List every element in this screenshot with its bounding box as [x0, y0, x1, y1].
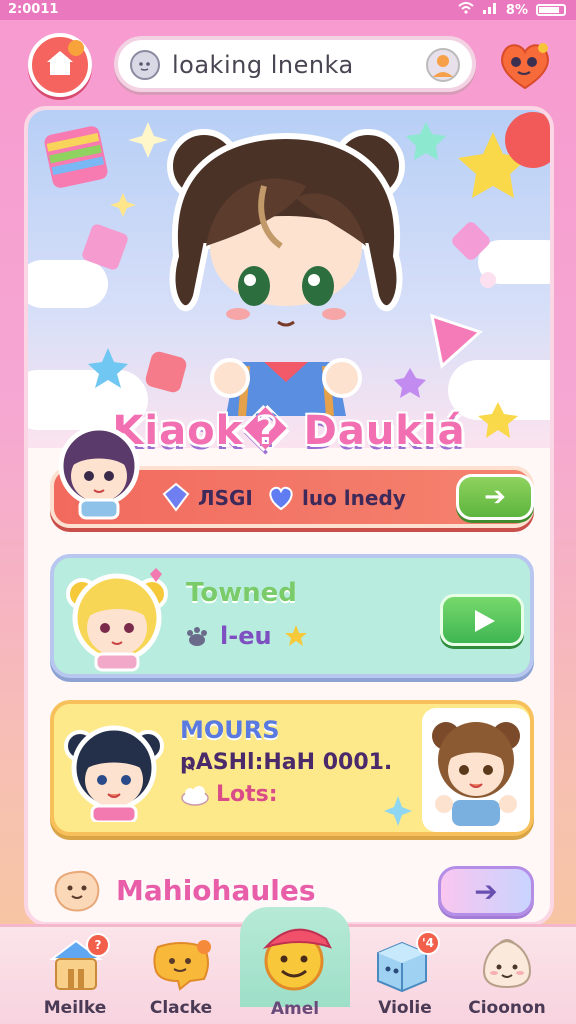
search-input[interactable]: loaking lnenka — [172, 51, 354, 79]
nav-item-violie[interactable]: '4 Violie — [350, 927, 460, 1024]
paw-icon — [184, 626, 210, 652]
nav-label: Cioonon — [468, 998, 546, 1018]
search-icon — [130, 50, 160, 80]
signal-icon — [482, 2, 498, 18]
hero-character-image — [146, 126, 426, 417]
mours-title: MOURS — [180, 716, 280, 744]
bottom-nav: ? Meilke Clacke Amel '4 Violie Cioonon — [0, 907, 576, 1024]
avatar-dark-hair — [62, 722, 166, 824]
hero-banner — [28, 110, 550, 448]
status-time: 2:0011 — [8, 2, 59, 17]
nav-item-amel[interactable]: Amel — [240, 907, 350, 1019]
star-icon — [284, 624, 308, 652]
nav-badge: '4 — [416, 931, 440, 955]
mahiohaules-label: Mahiohaules — [116, 874, 316, 907]
nav-item-clacke[interactable]: Clacke — [126, 927, 236, 1024]
status-right: 8% — [458, 2, 566, 18]
mours-line-1: ҏASHl:HaH 0001. — [180, 750, 393, 775]
nav-item-meilke[interactable]: ? Meilke — [20, 927, 130, 1024]
main-panel: Kiaok� Daukiá ЛSGI luo lnedy ➔ Towned l-… — [24, 106, 554, 926]
nav-badge: ? — [86, 933, 110, 957]
dumpling-icon — [480, 937, 534, 995]
avatar-purple-hair — [54, 420, 144, 520]
search-bar[interactable]: loaking lnenka — [114, 36, 476, 92]
go-button[interactable]: ➔ — [456, 474, 534, 520]
battery-icon — [536, 4, 566, 16]
smiley-cap-icon — [256, 913, 334, 997]
status-bar: 2:0011 8% — [0, 0, 576, 20]
town-title: Towned — [186, 578, 297, 608]
home-button[interactable] — [28, 33, 92, 97]
arrow-right-icon: ➔ — [484, 482, 506, 512]
avatar-brown-hair — [432, 722, 520, 826]
chat-bubble-icon — [150, 939, 212, 995]
avatar-blonde — [62, 568, 172, 672]
mours-card[interactable]: MOURS ҏASHl:HaH 0001. Lots: — [50, 700, 534, 836]
nav-label: Meilke — [43, 998, 107, 1018]
heart-icon — [266, 482, 296, 516]
town-subtitle: l-eu — [220, 622, 272, 650]
gem-icon — [162, 482, 190, 516]
wifi-icon — [458, 2, 474, 18]
home-badge-icon — [68, 40, 84, 56]
nav-item-cioonon[interactable]: Cioonon — [452, 927, 562, 1024]
next-button[interactable]: ➔ — [438, 866, 534, 916]
nav-label: Amel — [270, 999, 320, 1019]
battery-percent: 8% — [505, 2, 528, 18]
mascot-menu-icon[interactable] — [496, 38, 554, 92]
nav-label: Clacke — [149, 998, 213, 1018]
avatar-brown-hair-frame — [422, 708, 530, 832]
stat-value-2: luo lnedy — [302, 486, 406, 510]
arrow-right-icon: ➔ — [474, 874, 498, 908]
stat-value-1: ЛSGI — [198, 486, 253, 510]
town-card[interactable]: Towned l-eu — [50, 554, 534, 678]
user-profile-icon[interactable] — [426, 48, 460, 82]
play-button[interactable] — [440, 594, 524, 646]
nav-label: Violie — [378, 998, 432, 1018]
sparkle-icon — [384, 796, 412, 830]
play-icon — [471, 608, 497, 638]
cookie-icon — [52, 868, 102, 918]
cloud-icon — [180, 784, 210, 810]
mours-line-2: Lots: — [216, 782, 278, 807]
